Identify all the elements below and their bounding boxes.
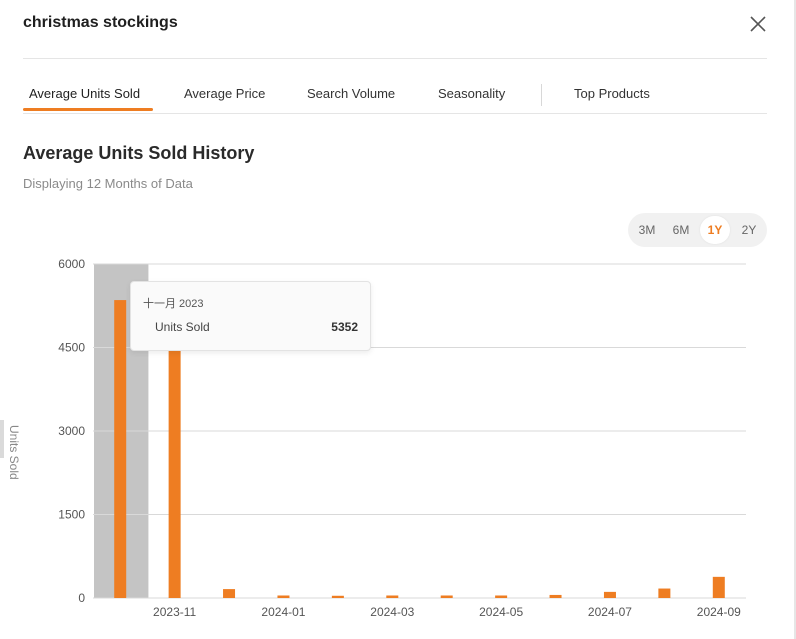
detail-panel: christmas stockings Average Units Sold A… <box>0 0 796 639</box>
tab-bar: Average Units Sold Average Price Search … <box>23 84 767 114</box>
x-tick-label: 2024-01 <box>261 605 305 619</box>
active-tab-indicator <box>23 108 153 111</box>
y-axis-title: Units Sold <box>7 425 21 480</box>
chart-tooltip: 十一月 2023 Units Sold 5352 <box>130 281 371 351</box>
tab-average-units-sold[interactable]: Average Units Sold <box>29 86 140 101</box>
bar <box>114 300 127 598</box>
section-title: Average Units Sold History <box>23 143 255 163</box>
bar <box>331 595 344 598</box>
bar <box>277 595 290 598</box>
bar <box>386 595 399 598</box>
chart-svg: 0 1500 3000 4500 6000 2023-11 2024-01 2024-03 20… <box>58 257 746 619</box>
x-tick-label: 2024-03 <box>370 605 414 619</box>
time-range-selector: 3M 6M 1Y 2Y <box>628 213 767 247</box>
range-2y-button[interactable]: 2Y <box>734 216 764 244</box>
bar <box>603 591 616 598</box>
y-tick-label: 0 <box>78 591 85 605</box>
tooltip-value: 5352 <box>331 320 358 334</box>
section-subtitle: Displaying 12 Months of Data <box>23 176 193 191</box>
bar <box>168 344 181 598</box>
units-sold-chart: 0 1500 3000 4500 6000 2023-11 2024-01 2024-03 20… <box>0 250 796 639</box>
range-1y-button[interactable]: 1Y <box>700 216 730 244</box>
x-tick-label: 2024-07 <box>588 605 632 619</box>
bar <box>549 594 562 598</box>
tab-average-price[interactable]: Average Price <box>184 86 265 101</box>
tooltip-date: 十一月 2023 <box>143 298 204 310</box>
y-tick-label: 1500 <box>58 508 85 522</box>
bar <box>658 588 671 598</box>
range-3m-button[interactable]: 3M <box>632 216 662 244</box>
x-tick-label: 2023-11 <box>153 605 196 619</box>
tab-separator <box>541 84 542 106</box>
header-divider <box>23 58 767 59</box>
y-tick-label: 6000 <box>58 257 85 271</box>
bar <box>495 595 508 598</box>
tab-search-volume[interactable]: Search Volume <box>307 86 395 101</box>
x-tick-label: 2024-05 <box>479 605 523 619</box>
y-tick-label: 3000 <box>58 424 85 438</box>
bar <box>712 576 725 598</box>
tooltip-label: Units Sold <box>155 320 210 334</box>
x-tick-label: 2024-09 <box>697 605 741 619</box>
bar <box>223 589 236 598</box>
keyword-title: christmas stockings <box>23 14 178 31</box>
tab-divider <box>23 113 767 114</box>
bar <box>440 595 453 598</box>
tab-seasonality[interactable]: Seasonality <box>438 86 505 101</box>
range-6m-button[interactable]: 6M <box>666 216 696 244</box>
y-tick-label: 4500 <box>58 341 85 355</box>
close-icon[interactable] <box>748 14 768 34</box>
tab-top-products[interactable]: Top Products <box>574 86 650 101</box>
